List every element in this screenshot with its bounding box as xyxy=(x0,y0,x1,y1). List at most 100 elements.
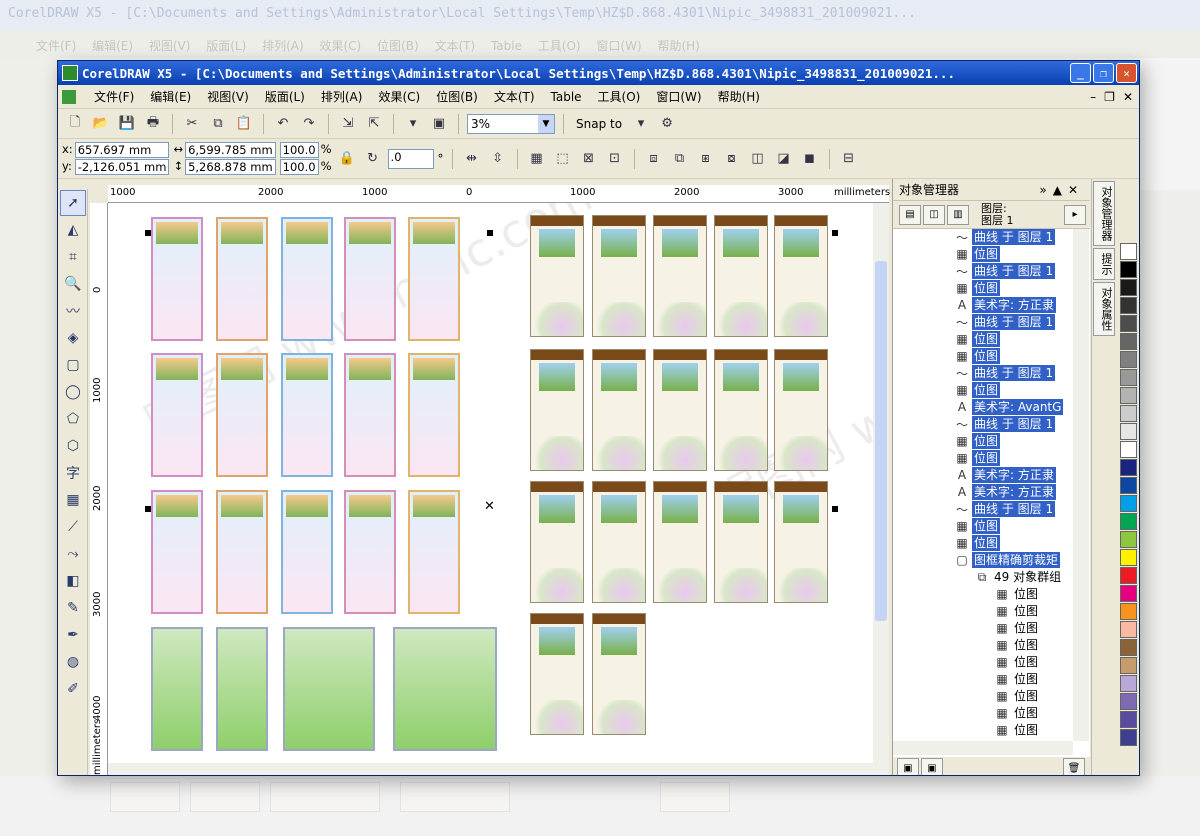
docker-controls[interactable]: »▲✕ xyxy=(1039,183,1090,197)
object-tree-item[interactable]: 〜曲线 于 图层 1 xyxy=(955,263,1056,279)
color-swatch[interactable] xyxy=(1120,729,1137,746)
polygon-tool-icon[interactable]: ⬠ xyxy=(60,406,86,432)
menu-table[interactable]: Table xyxy=(543,90,590,104)
banner-artwork[interactable] xyxy=(151,353,203,477)
rectangle-tool-icon[interactable]: ▢ xyxy=(60,352,86,378)
tab-object-properties[interactable]: 对象属性 xyxy=(1093,282,1115,336)
doc-minimize-icon[interactable]: – xyxy=(1090,90,1096,104)
menu-tools[interactable]: 工具(O) xyxy=(590,88,649,105)
scroll-artwork[interactable] xyxy=(653,215,707,337)
layer-manager-icon[interactable]: ◫ xyxy=(923,204,945,225)
color-swatch[interactable] xyxy=(1120,315,1137,332)
object-tree-item[interactable]: ⧉ 49 对象群组 xyxy=(975,569,1063,585)
tab-hints[interactable]: 提示 xyxy=(1093,248,1115,280)
horizontal-scrollbar[interactable] xyxy=(108,763,889,775)
object-tree-item[interactable]: ▦ 位图 xyxy=(955,535,1001,551)
scroll-artwork[interactable] xyxy=(530,481,584,603)
object-tree-item[interactable]: ▦ 位图 xyxy=(995,722,1040,738)
banner-artwork[interactable] xyxy=(344,490,396,614)
dimension-tool-icon[interactable]: ⟋ xyxy=(60,514,86,540)
ungroup-icon[interactable]: ▦ xyxy=(526,149,548,169)
width-field[interactable]: 6,599.785 mm xyxy=(185,142,276,158)
new-icon[interactable]: 🗋 xyxy=(64,114,86,134)
object-tree-item[interactable]: ▦ 位图 xyxy=(995,603,1040,619)
redo-icon[interactable]: ↷ xyxy=(298,114,320,134)
color-swatch[interactable] xyxy=(1120,639,1137,656)
color-swatch[interactable] xyxy=(1120,423,1137,440)
title-bar[interactable]: CorelDRAW X5 - [C:\Documents and Setting… xyxy=(58,61,1139,85)
color-swatch[interactable] xyxy=(1120,243,1137,260)
crop-tool-icon[interactable]: ⌗ xyxy=(60,244,86,270)
simplify-icon[interactable]: ⧇ xyxy=(721,149,743,169)
doc-close-icon[interactable]: ✕ xyxy=(1123,90,1133,104)
menu-file[interactable]: 文件(F) xyxy=(86,88,142,105)
object-tree-item[interactable]: ▦ 位图 xyxy=(995,654,1040,670)
text-tool-icon[interactable]: 字 xyxy=(60,460,86,486)
banner-artwork[interactable] xyxy=(408,490,460,614)
scroll-artwork[interactable] xyxy=(592,613,646,735)
copy-icon[interactable]: ⧉ xyxy=(207,114,229,134)
color-swatch[interactable] xyxy=(1120,351,1137,368)
mirror-horizontal-icon[interactable]: ⇹ xyxy=(461,149,483,169)
object-tree-item[interactable]: 〜曲线 于 图层 1 xyxy=(955,365,1056,381)
object-tree-item[interactable]: 〜曲线 于 图层 1 xyxy=(955,416,1056,432)
object-tree-item[interactable]: ▦ 位图 xyxy=(955,382,1001,398)
color-swatch[interactable] xyxy=(1120,585,1137,602)
rotation-center-marker[interactable]: ✕ xyxy=(484,499,495,514)
doc-restore-icon[interactable]: ❐ xyxy=(1104,90,1115,104)
object-tree-item[interactable]: ▢ 图框精确剪裁矩 xyxy=(955,552,1061,568)
maximize-button[interactable]: ❐ xyxy=(1093,63,1114,83)
trim-icon[interactable]: ⧉ xyxy=(669,149,691,169)
scroll-artwork[interactable] xyxy=(653,481,707,603)
welcome-screen-icon[interactable]: ▣ xyxy=(428,114,450,134)
color-swatch[interactable] xyxy=(1120,657,1137,674)
combine-icon[interactable]: ⬚ xyxy=(552,149,574,169)
print-icon[interactable]: 🖶 xyxy=(142,114,164,134)
front-minus-back-icon[interactable]: ◫ xyxy=(747,149,769,169)
height-field[interactable]: 5,268.878 mm xyxy=(185,159,276,175)
object-tree-item[interactable]: A 美术字: 方正隶 xyxy=(955,467,1056,483)
banner-artwork[interactable] xyxy=(216,490,268,614)
weld-icon[interactable]: ⧈ xyxy=(643,149,665,169)
color-swatch[interactable] xyxy=(1120,369,1137,386)
lock-ratio-icon[interactable]: 🔒 xyxy=(336,149,358,169)
create-boundary-icon[interactable]: ◼ xyxy=(799,149,821,169)
show-properties-icon[interactable]: ▤ xyxy=(899,204,921,225)
blend-tool-icon[interactable]: ◧ xyxy=(60,568,86,594)
banner-artwork[interactable] xyxy=(281,353,333,477)
scale-x-field[interactable]: 100.0 xyxy=(279,142,319,158)
scale-y-field[interactable]: 100.0 xyxy=(279,159,319,175)
object-tree-item[interactable]: ▦ 位图 xyxy=(955,280,1001,296)
rotation-angle-field[interactable]: .0 xyxy=(387,148,434,169)
scrollbar-thumb[interactable] xyxy=(875,261,887,621)
color-swatch[interactable] xyxy=(1120,405,1137,422)
scroll-artwork[interactable] xyxy=(530,349,584,471)
export-icon[interactable]: ⇱ xyxy=(363,114,385,134)
menu-layout[interactable]: 版面(L) xyxy=(257,88,313,105)
shape-tool-icon[interactable]: ◭ xyxy=(60,217,86,243)
color-swatch[interactable] xyxy=(1120,387,1137,404)
banner-artwork[interactable] xyxy=(151,627,203,751)
zoom-tool-icon[interactable]: 🔍 xyxy=(60,271,86,297)
color-swatch[interactable] xyxy=(1120,495,1137,512)
outline-pen-tool-icon[interactable]: ✒ xyxy=(60,622,86,648)
menu-help[interactable]: 帮助(H) xyxy=(710,88,768,105)
scroll-artwork[interactable] xyxy=(653,349,707,471)
vertical-scrollbar[interactable] xyxy=(873,203,889,763)
vertical-ruler[interactable]: 0 1000 2000 3000 4000 millimeters xyxy=(90,203,108,775)
scroll-artwork[interactable] xyxy=(774,215,828,337)
object-tree-item[interactable]: ▦ 位图 xyxy=(995,688,1040,704)
zoom-level-select[interactable]: 3% ▼ xyxy=(467,113,555,134)
object-tree-item[interactable]: ▦ 位图 xyxy=(955,246,1001,262)
banner-artwork[interactable] xyxy=(281,217,333,341)
docker-vertical-scrollbar[interactable] xyxy=(1073,229,1089,741)
cut-icon[interactable]: ✂ xyxy=(181,114,203,134)
menu-arrange[interactable]: 排列(A) xyxy=(313,88,371,105)
color-swatch[interactable] xyxy=(1120,531,1137,548)
banner-artwork[interactable] xyxy=(344,217,396,341)
object-tree-item[interactable]: ▦ 位图 xyxy=(955,433,1001,449)
chevron-down-icon[interactable]: ▼ xyxy=(538,114,554,133)
snap-to-dropdown[interactable]: Snap to xyxy=(572,117,626,131)
tab-object-manager[interactable]: 对象管理器 xyxy=(1093,181,1115,246)
banner-artwork[interactable] xyxy=(408,217,460,341)
